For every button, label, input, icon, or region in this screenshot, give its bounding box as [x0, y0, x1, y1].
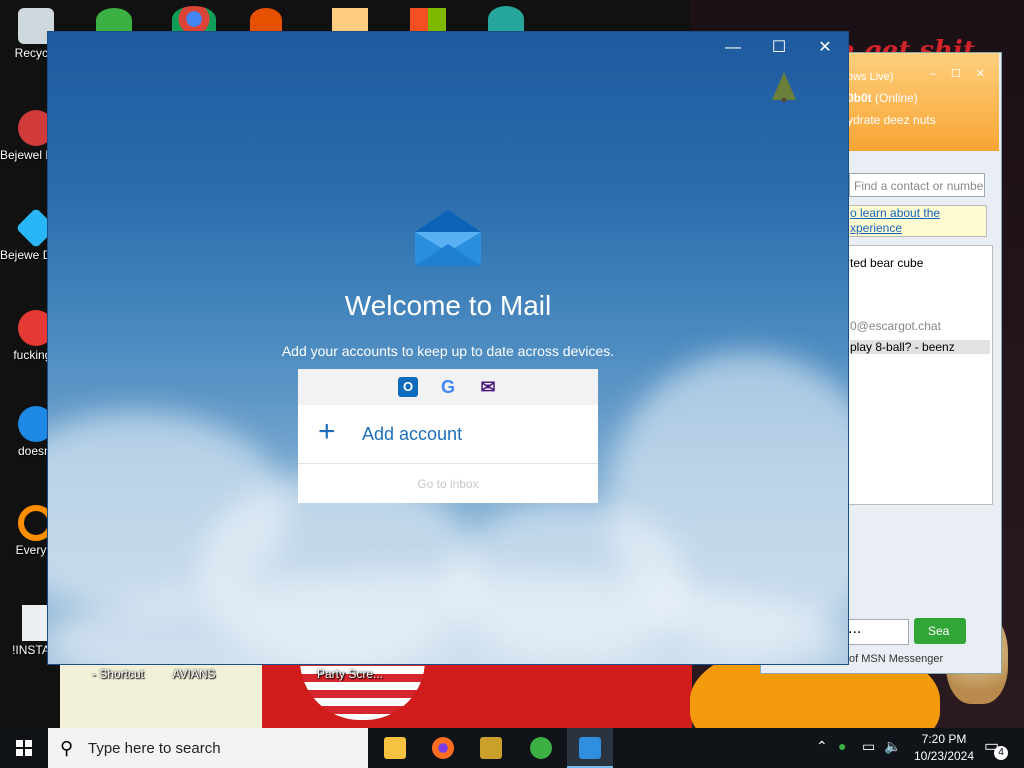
taskbar-mail[interactable]: [567, 728, 613, 768]
tree-cursor-icon: [772, 72, 796, 102]
system-clock[interactable]: 7:20 PM 10/23/2024: [906, 731, 982, 765]
msn-search-button[interactable]: Sea: [914, 618, 966, 644]
taskbar-msn[interactable]: [518, 728, 564, 768]
desktop-icon-label: - Shortcut: [91, 667, 145, 681]
msn-personal-message[interactable]: ydrate deez nuts: [847, 113, 936, 127]
list-item[interactable]: play 8-ball? - beenz: [850, 340, 990, 354]
msn-contact-list: ted bear cube 0@escargot.chat play 8-bal…: [847, 245, 993, 505]
taskbar-file-explorer[interactable]: [372, 728, 418, 768]
account-card: O G ✉ + Add account Go to inbox: [298, 369, 598, 503]
welcome-title: Welcome to Mail: [344, 290, 552, 321]
plus-icon: +: [318, 415, 336, 448]
show-hidden-icons-chevron-icon[interactable]: ⌃: [816, 738, 828, 755]
yahoo-mail-icon: ✉: [480, 377, 496, 397]
msn-info-banner[interactable]: o learn about the xperience: [847, 205, 987, 237]
add-account-label: Add account: [362, 424, 463, 444]
minimize-button[interactable]: —: [710, 32, 756, 64]
welcome-subtitle: Add your accounts to keep up to date acr…: [281, 343, 615, 359]
msn-contact-search[interactable]: Find a contact or numbe: [849, 173, 985, 197]
msn-web-search-input[interactable]: ...: [847, 619, 909, 645]
network-icon[interactable]: ▭: [862, 738, 875, 755]
msn-status: (Online): [875, 91, 918, 105]
provider-icons-bar: O G ✉: [298, 369, 598, 405]
cloud: [448, 502, 688, 662]
clock-date: 10/23/2024: [913, 749, 975, 763]
firefox-icon: [432, 737, 454, 759]
msn-window-controls[interactable]: – ☐ ✕: [930, 67, 991, 80]
close-button[interactable]: ✕: [802, 32, 848, 64]
add-account-button[interactable]: + Add account: [298, 405, 598, 464]
search-icon: ⚲: [60, 738, 74, 758]
maximize-button[interactable]: ☐: [756, 32, 802, 64]
taskbar-firefox[interactable]: [420, 728, 466, 768]
app-icon[interactable]: [332, 8, 368, 32]
character-icon[interactable]: [488, 6, 524, 32]
msn-user-line[interactable]: 0b0t (Online): [847, 91, 918, 105]
list-item[interactable]: ted bear cube: [850, 256, 923, 270]
clock-time: 7:20 PM: [921, 732, 967, 746]
msn-desktop-icon[interactable]: [96, 8, 132, 32]
desktop-icon-shortcut[interactable]: - Shortcut: [82, 667, 154, 681]
go-to-inbox-button[interactable]: Go to inbox: [298, 465, 598, 503]
desktop-icon-party-screen[interactable]: Party Scre...: [314, 667, 386, 681]
windows-logo-icon: [16, 740, 32, 756]
windows-store-icon[interactable]: [410, 8, 446, 32]
outlook-icon: O: [398, 377, 418, 397]
search-placeholder: Type here to search: [88, 740, 221, 757]
google-icon: G: [440, 377, 455, 397]
app-icon[interactable]: [250, 8, 282, 32]
document-icon: [22, 605, 50, 641]
mail-logo-icon: [415, 210, 481, 266]
file-explorer-icon: [384, 737, 406, 759]
notification-count-badge: 4: [994, 746, 1008, 760]
mail-window: — ☐ ✕ Welcome to Mail Add your accounts …: [48, 32, 848, 664]
action-center-button[interactable]: ▭ 4: [984, 736, 1008, 760]
taskbar: ⚲ Type here to search ⌃ ● ▭ 🔈 7:20 PM 10…: [0, 728, 1024, 768]
msn-tray-icon[interactable]: ●: [838, 738, 846, 754]
msn-info-link[interactable]: xperience: [850, 221, 986, 236]
msn-footer-text: of MSN Messenger: [849, 653, 944, 665]
desktop-icon-avians[interactable]: AVIANS: [158, 667, 230, 681]
msn-info-link[interactable]: o learn about the: [850, 206, 986, 221]
taskbar-search-box[interactable]: ⚲ Type here to search: [48, 728, 368, 768]
msn-messenger-icon: [530, 737, 552, 759]
msn-username: 0b0t: [847, 91, 872, 105]
volume-icon[interactable]: 🔈: [884, 738, 901, 755]
desktop-icon-label: Party Scre...: [316, 667, 384, 681]
de-app-icon: [480, 737, 502, 759]
mail-icon: [579, 737, 601, 759]
desktop-icon-label: AVIANS: [172, 667, 216, 681]
chrome-icon[interactable]: [172, 6, 216, 32]
start-button[interactable]: [0, 728, 48, 768]
msn-header-title: ows Live): [847, 71, 894, 83]
taskbar-de-app[interactable]: [468, 728, 514, 768]
list-item[interactable]: 0@escargot.chat: [850, 319, 941, 333]
